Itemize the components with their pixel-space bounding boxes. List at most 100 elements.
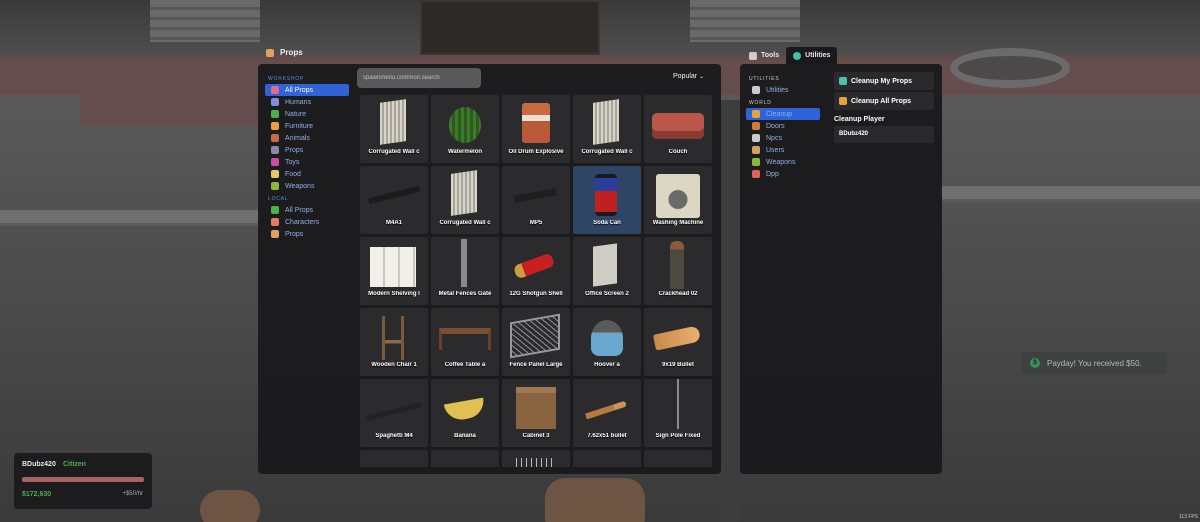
sidebar-item-label: All Props [285, 86, 314, 94]
prop-tile-label: 9x19 Bullet [662, 362, 694, 368]
washing-machine-thumbnail [656, 174, 700, 218]
player-salary: +$50/hr [122, 491, 143, 497]
prop-tile[interactable]: Office Screen 2 [573, 237, 641, 305]
prop-tile[interactable]: Watermelon [431, 95, 499, 163]
button-label: Cleanup All Props [851, 97, 912, 105]
notification-text: Payday! You received $50. [1047, 358, 1142, 368]
utilities-item-doors[interactable]: Doors [746, 120, 820, 132]
cleanup-player-label: Cleanup Player [834, 116, 885, 123]
prop-tile[interactable]: M4A1 [360, 166, 428, 234]
utilities-item-weapons[interactable]: Weapons [746, 156, 820, 168]
prop-tile[interactable] [573, 450, 641, 467]
sidebar-item-animals[interactable]: Animals [265, 132, 349, 144]
sidebar-item-label: Food [285, 170, 301, 178]
sidebar-item-furniture[interactable]: Furniture [265, 120, 349, 132]
prop-tile[interactable] [502, 450, 570, 467]
prop-tile[interactable]: Banana [431, 379, 499, 447]
utilities-item-users[interactable]: Users [746, 144, 820, 156]
prop-tile-label: Cabinet 3 [522, 433, 550, 439]
sidebar-item-characters[interactable]: Characters [265, 216, 349, 228]
utilities-item-cleanup[interactable]: Cleanup [746, 108, 820, 120]
cleanup-my-props-button[interactable]: Cleanup My Props [834, 72, 934, 90]
prop-tile[interactable] [644, 450, 712, 467]
prop-tile[interactable]: Wooden Chair 1 [360, 308, 428, 376]
shelving-thumbnail [370, 247, 416, 287]
player-job: Citizen [63, 461, 86, 468]
sidebar-item-label: All Props [285, 206, 314, 214]
player-money: $172,630 [22, 491, 52, 498]
prop-tile[interactable]: Metal Fences Gate [431, 237, 499, 305]
tool-tabs: Tools Utilities [742, 47, 838, 64]
prop-tile-label: 7.62x51 bullet [587, 433, 627, 439]
sidebar-item-all-props[interactable]: All Props [265, 84, 349, 96]
sidebar-item-label: Weapons [285, 182, 315, 190]
sidebar-item-nature[interactable]: Nature [265, 108, 349, 120]
utilities-item-label: Dpp [766, 170, 779, 178]
utilities-item-dpp[interactable]: Dpp [746, 168, 820, 180]
prop-tile-label: Corrugated Wall c [581, 149, 633, 155]
prop-tile[interactable]: 7.62x51 bullet [573, 379, 641, 447]
utilities-item-npcs[interactable]: Npcs [746, 132, 820, 144]
leaf-icon [271, 206, 279, 214]
tab-tools[interactable]: Tools [742, 47, 786, 64]
spawnmenu-title: Props [266, 48, 303, 57]
prop-tile[interactable]: Cabinet 3 [502, 379, 570, 447]
cleanup-all-props-button[interactable]: Cleanup All Props [834, 92, 934, 110]
utilities-sidebar: UTILITIES Utilities WORLD Cleanup Doors Npcs U… [744, 72, 822, 180]
sidebar-item-food[interactable]: Food [265, 168, 349, 180]
sidebar-item-label: Animals [285, 134, 310, 142]
player-list-item[interactable]: BDubz420 [834, 126, 934, 143]
sidebar-item-label: Props [285, 230, 304, 238]
prop-tile[interactable]: 9x19 Bullet [644, 308, 712, 376]
rifle-thumbnail [368, 185, 420, 205]
broom-icon [839, 97, 847, 105]
prop-tile-label: MP5 [529, 220, 543, 226]
soda-can-thumbnail [595, 174, 617, 216]
corrugated-wall-thumbnail [593, 99, 619, 145]
tab-utilities[interactable]: Utilities [786, 47, 838, 64]
utilities-item-label: Utilities [766, 86, 789, 94]
sidebar-item-humans[interactable]: Humans [265, 96, 349, 108]
smg-thumbnail [513, 188, 557, 203]
sidebar-item-label: Props [285, 146, 304, 154]
box-icon [271, 86, 279, 94]
sidebar-section-workshop: WORKSHOP [268, 76, 305, 82]
sort-label: Popular [673, 73, 698, 80]
utilities-item-utilities[interactable]: Utilities [746, 84, 820, 96]
sidebar-item-weapons[interactable]: Weapons [265, 180, 349, 192]
prop-tile[interactable]: Spaghetti M4 [360, 379, 428, 447]
wrench-icon [752, 86, 760, 94]
prop-tile[interactable]: Washing Machine [644, 166, 712, 234]
prop-tile[interactable]: Crackhead 02 [644, 237, 712, 305]
prop-tile[interactable]: Modern Shelving I [360, 237, 428, 305]
prop-tile[interactable]: Coffee Table a [431, 308, 499, 376]
prop-tile[interactable] [360, 450, 428, 467]
prop-tile[interactable]: Hoover a [573, 308, 641, 376]
sidebar-item-toys[interactable]: Toys [265, 156, 349, 168]
prop-tile[interactable]: Soda Can [573, 166, 641, 234]
prop-tile[interactable]: 12G Shotgun Shell [502, 237, 570, 305]
prop-tile[interactable]: Couch [644, 95, 712, 163]
prop-tile[interactable]: Sign Pole Fixed [644, 379, 712, 447]
prop-tile[interactable]: Oil Drum Explosive [502, 95, 570, 163]
lamp-icon [271, 122, 279, 130]
sidebar-item-props[interactable]: Props [265, 228, 349, 240]
prop-tile-label: Watermelon [447, 149, 483, 155]
sidebar-section-local: LOCAL [268, 196, 289, 202]
sort-dropdown[interactable]: Popular ⌄ [673, 73, 704, 80]
prop-tile[interactable]: Corrugated Wall c [431, 166, 499, 234]
prop-tile[interactable]: Corrugated Wall c [573, 95, 641, 163]
gun-icon [752, 158, 760, 166]
search-input[interactable] [357, 68, 481, 88]
prop-tile[interactable]: Corrugated Wall c [360, 95, 428, 163]
prop-tile-label: Washing Machine [652, 220, 704, 226]
health-bar-fill [22, 477, 144, 482]
prop-tile[interactable] [431, 450, 499, 467]
prop-tile[interactable]: MP5 [502, 166, 570, 234]
wrench-icon [749, 51, 757, 60]
utilities-item-label: Weapons [766, 158, 796, 166]
sidebar-item-all-props[interactable]: All Props [265, 204, 349, 216]
prop-tile[interactable]: Fence Panel Large [502, 308, 570, 376]
cleanup-icon [839, 77, 847, 85]
sidebar-item-props[interactable]: Props [265, 144, 349, 156]
